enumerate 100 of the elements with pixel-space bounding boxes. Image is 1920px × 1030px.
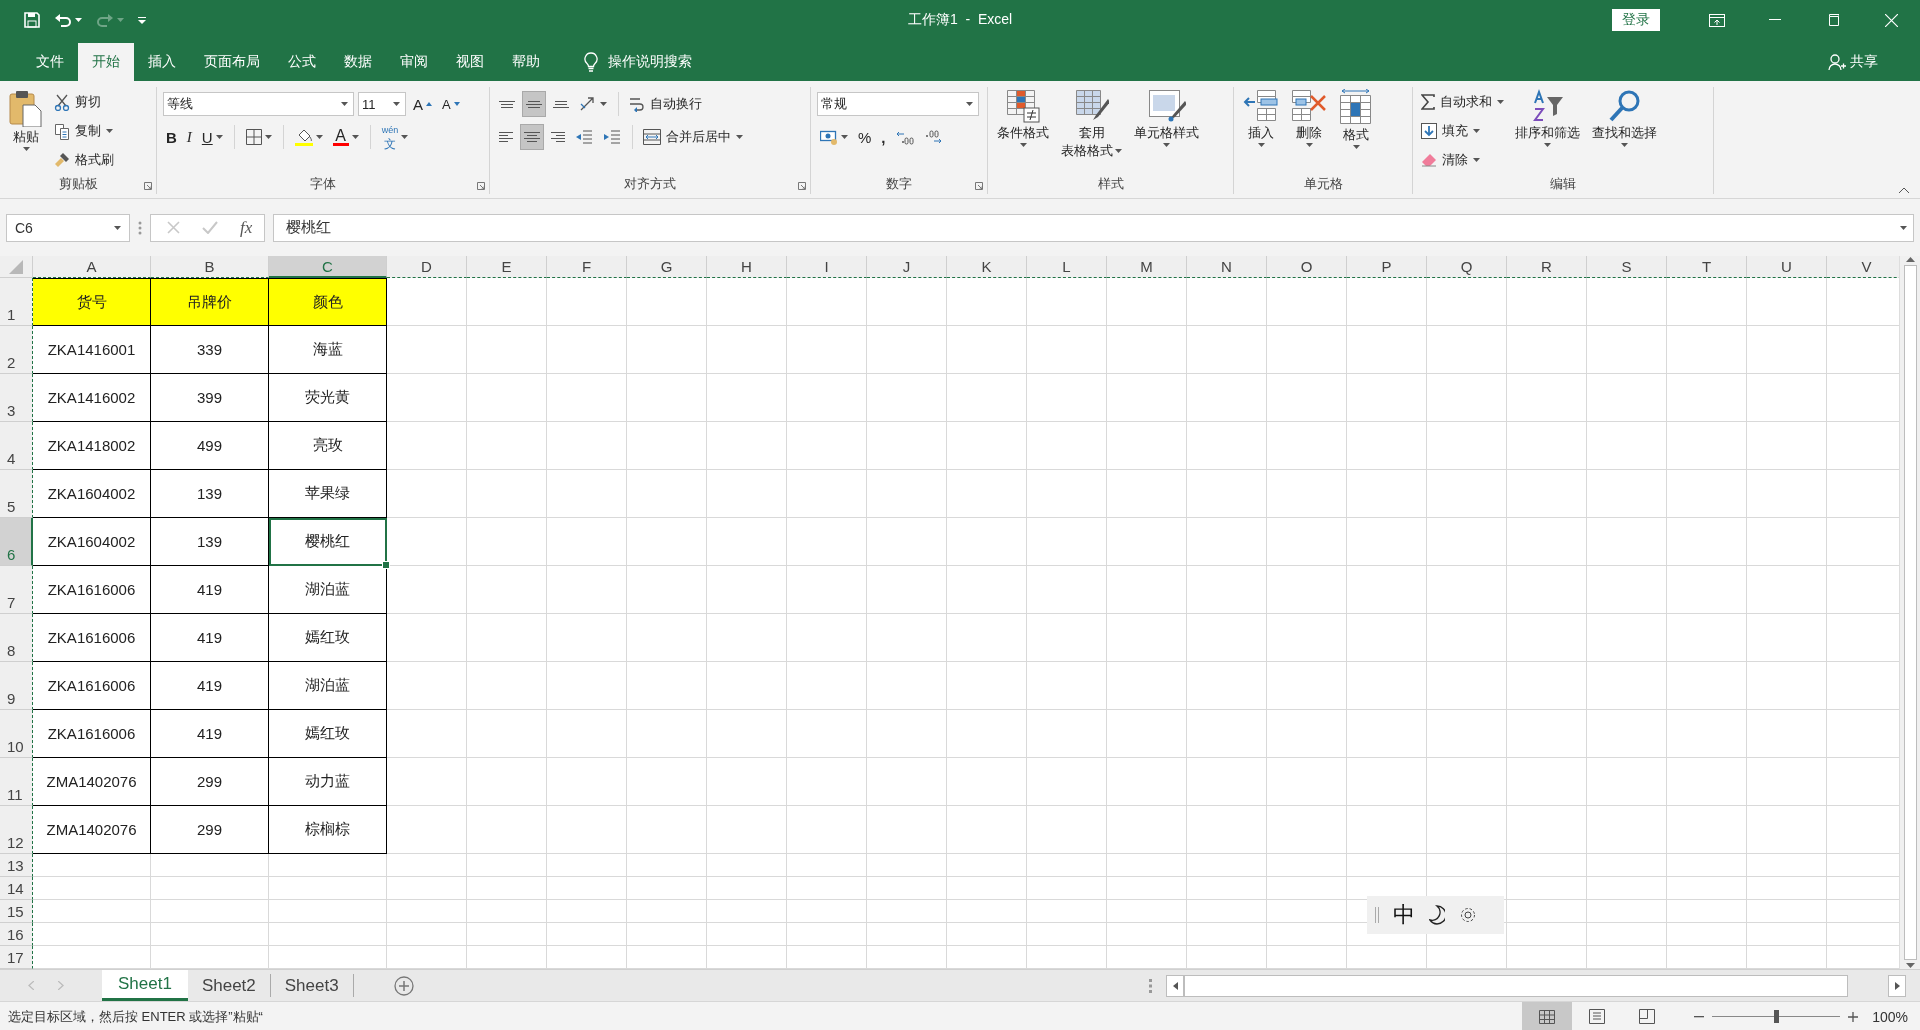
row-header[interactable]: 14	[0, 877, 33, 900]
italic-button[interactable]: I	[183, 124, 195, 150]
column-header[interactable]: E	[467, 256, 547, 278]
column-header[interactable]: G	[627, 256, 707, 278]
row-header[interactable]: 7	[0, 566, 33, 614]
shrink-font-button[interactable]: A	[439, 91, 463, 117]
cut-button[interactable]: 剪切	[52, 89, 116, 115]
autosum-button[interactable]: 自动求和	[1419, 89, 1506, 115]
vertical-align-button[interactable]	[522, 91, 546, 117]
merge-center-button[interactable]: 合并后居中	[641, 124, 745, 150]
paste-button[interactable]: 粘贴	[6, 87, 46, 174]
ribbon-tab[interactable]: 数据	[330, 43, 386, 81]
tell-me-search[interactable]: 操作说明搜索	[570, 43, 706, 81]
delete-cells-button[interactable]: 删除	[1288, 87, 1330, 174]
view-button[interactable]	[1522, 1002, 1572, 1030]
row-header[interactable]: 17	[0, 946, 33, 969]
formula-field[interactable]: 樱桃红	[273, 213, 1914, 242]
sort-filter-button[interactable]: 排序和筛选	[1512, 87, 1583, 174]
row-header[interactable]: 15	[0, 900, 33, 923]
row-header[interactable]: 8	[0, 614, 33, 662]
horizontal-align-button[interactable]	[520, 124, 544, 150]
collapse-ribbon-button[interactable]	[1898, 187, 1910, 194]
login-button[interactable]: 登录	[1612, 9, 1660, 31]
row-header[interactable]: 11	[0, 758, 33, 806]
column-header[interactable]: K	[947, 256, 1027, 278]
column-header[interactable]: J	[867, 256, 947, 278]
column-header[interactable]: Q	[1427, 256, 1507, 278]
column-header[interactable]: M	[1107, 256, 1187, 278]
ribbon-tab[interactable]: 文件	[22, 43, 78, 81]
column-header[interactable]: A	[33, 256, 151, 278]
column-header[interactable]: C	[269, 256, 387, 278]
column-header[interactable]: T	[1667, 256, 1747, 278]
format-as-table-button[interactable]: 套用 表格格式	[1058, 87, 1125, 174]
column-header[interactable]: U	[1747, 256, 1827, 278]
column-header[interactable]: B	[151, 256, 269, 278]
scroll-right-button[interactable]	[1888, 974, 1906, 997]
clear-button[interactable]: 清除	[1419, 147, 1506, 173]
underline-button[interactable]: U	[198, 124, 226, 150]
column-header[interactable]: P	[1347, 256, 1427, 278]
phonetic-button[interactable]: wén 文	[378, 124, 412, 150]
font-name-field[interactable]: 等线	[163, 92, 354, 116]
format-painter-button[interactable]: 格式刷	[52, 147, 116, 173]
fill-button[interactable]: 填充	[1419, 118, 1506, 144]
column-header[interactable]: N	[1187, 256, 1267, 278]
scrollbar-thumb[interactable]	[1903, 265, 1917, 960]
wrap-text-button[interactable]: 自动换行	[627, 91, 704, 117]
format-cells-button[interactable]: 格式	[1336, 87, 1376, 174]
zoom-out-button[interactable]	[1694, 1015, 1704, 1018]
row-header[interactable]: 5	[0, 470, 33, 518]
grow-font-button[interactable]: A	[410, 91, 435, 117]
row-header[interactable]: 10	[0, 710, 33, 758]
find-select-button[interactable]: 查找和选择	[1589, 87, 1660, 174]
save-button[interactable]	[24, 12, 40, 28]
conditional-formatting-button[interactable]: 条件格式	[994, 87, 1052, 174]
undo-button[interactable]	[54, 12, 82, 28]
row-header[interactable]: 13	[0, 854, 33, 877]
ribbon-tab[interactable]: 视图	[442, 43, 498, 81]
font-size-field[interactable]: 11	[358, 92, 406, 116]
column-header[interactable]: H	[707, 256, 787, 278]
row-header[interactable]: 1	[0, 278, 33, 326]
scroll-left-button[interactable]	[1166, 974, 1184, 997]
row-header[interactable]: 12	[0, 806, 33, 854]
copy-button[interactable]: 复制	[52, 118, 116, 144]
share-button[interactable]: 共享	[1814, 43, 1892, 81]
font-color-button[interactable]: A	[329, 124, 362, 150]
insert-function-button[interactable]: fx	[240, 217, 253, 238]
sheet-tab[interactable]: Sheet3	[270, 974, 354, 997]
comma-button[interactable]: ,	[878, 124, 889, 150]
sheet-tab[interactable]: Sheet2	[187, 974, 271, 997]
sheet-tab[interactable]: Sheet1	[102, 970, 188, 1001]
ribbon-tab[interactable]: 页面布局	[190, 43, 274, 81]
ribbon-tab[interactable]: 插入	[134, 43, 190, 81]
column-header[interactable]: O	[1267, 256, 1347, 278]
column-header[interactable]: I	[787, 256, 867, 278]
ribbon-tab[interactable]: 公式	[274, 43, 330, 81]
row-header[interactable]: 2	[0, 326, 33, 374]
column-header[interactable]: D	[387, 256, 467, 278]
row-header[interactable]: 9	[0, 662, 33, 710]
number-format-field[interactable]: 常规	[817, 92, 979, 116]
column-header[interactable]: F	[547, 256, 627, 278]
bold-button[interactable]: B	[163, 124, 180, 150]
ribbon-tab[interactable]: 帮助	[498, 43, 554, 81]
customize-toolbar-button[interactable]	[138, 16, 146, 24]
ribbon-tab[interactable]: 审阅	[386, 43, 442, 81]
column-header[interactable]: L	[1027, 256, 1107, 278]
insert-cells-button[interactable]: 插入	[1240, 87, 1282, 174]
name-box[interactable]: C6	[6, 213, 130, 242]
row-header[interactable]: 4	[0, 422, 33, 470]
cell-styles-button[interactable]: 单元格样式	[1131, 87, 1202, 174]
column-header[interactable]: V	[1827, 256, 1899, 278]
scrollbar-thumb[interactable]	[1184, 974, 1848, 997]
row-header[interactable]: 3	[0, 374, 33, 422]
percent-button[interactable]: %	[855, 124, 875, 150]
column-header[interactable]: S	[1587, 256, 1667, 278]
column-header[interactable]: R	[1507, 256, 1587, 278]
row-header[interactable]: 6	[0, 518, 33, 566]
zoom-in-button[interactable]	[1848, 1011, 1858, 1022]
row-header[interactable]: 16	[0, 923, 33, 946]
input-mode[interactable]: 中	[1393, 900, 1415, 930]
ribbon-tab[interactable]: 开始	[78, 43, 134, 81]
